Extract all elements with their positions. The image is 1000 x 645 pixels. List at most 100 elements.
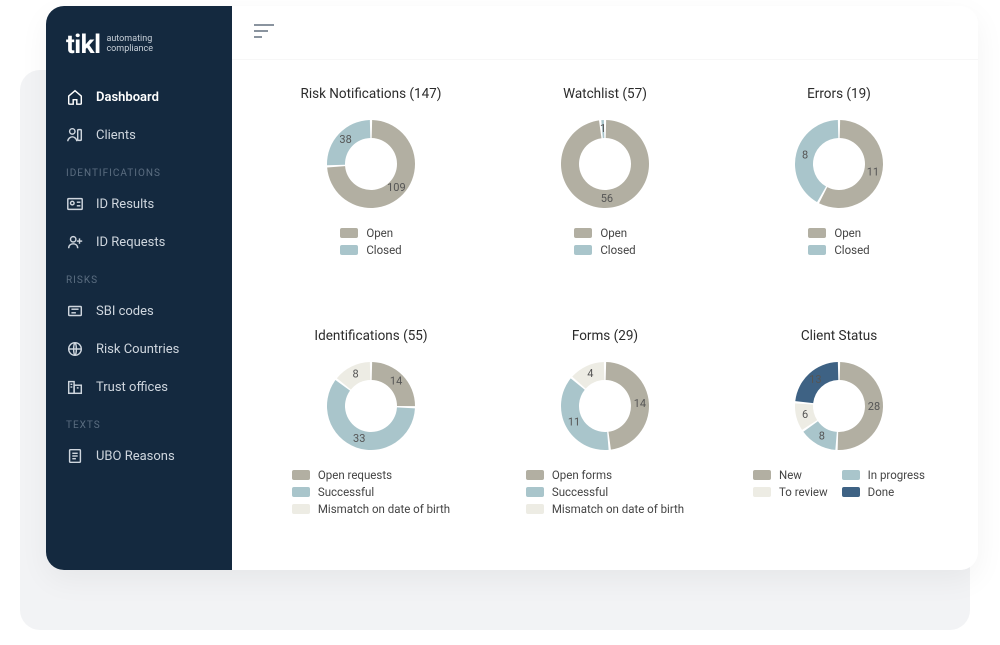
legend-label: Open forms bbox=[552, 468, 612, 482]
legend-swatch bbox=[526, 487, 544, 497]
menu-toggle-icon[interactable] bbox=[254, 23, 276, 43]
legend-label: Done bbox=[868, 485, 895, 499]
legend-label: Closed bbox=[600, 243, 635, 257]
logo: tikl automating compliance bbox=[46, 30, 232, 78]
legend-label: Mismatch on date of birth bbox=[552, 502, 684, 516]
legend-label: Closed bbox=[366, 243, 401, 257]
donut-value-label: 14 bbox=[390, 375, 402, 388]
nav: Dashboard Clients IDENTIFICATIONS ID Result… bbox=[46, 78, 232, 475]
dashboard-content: Risk Notifications (147)10938OpenClosedW… bbox=[232, 60, 978, 570]
legend-item: Closed bbox=[340, 243, 401, 257]
donut-chart: 11 8 bbox=[783, 108, 895, 220]
sidebar-item-id-requests[interactable]: ID Requests bbox=[46, 223, 232, 261]
sidebar-item-label: Risk Countries bbox=[96, 342, 179, 357]
sidebar-item-label: Clients bbox=[96, 128, 136, 143]
donut-value-label: 33 bbox=[353, 432, 365, 445]
legend-label: Open bbox=[366, 226, 393, 240]
legend-item: Open requests bbox=[292, 468, 392, 482]
sidebar-item-label: Dashboard bbox=[96, 90, 159, 105]
tag-icon bbox=[66, 302, 84, 320]
building-icon bbox=[66, 378, 84, 396]
chart-card: Errors (19) 11 8 Open Closed bbox=[722, 86, 956, 318]
legend-item: Mismatch on date of birth bbox=[526, 502, 684, 516]
sidebar-item-sbi-codes[interactable]: SBI codes bbox=[46, 292, 232, 330]
nav-group-label: TEXTS bbox=[46, 406, 232, 437]
legend-label: To review bbox=[779, 485, 828, 499]
chart-title: Client Status bbox=[801, 328, 877, 344]
legend-item: Closed bbox=[808, 243, 869, 257]
globe-icon bbox=[66, 340, 84, 358]
donut-chart: 561 bbox=[549, 108, 661, 220]
home-icon bbox=[66, 88, 84, 106]
chart-card: Client Status288613NewIn progressTo revi… bbox=[722, 328, 956, 560]
sidebar-item-trust-offices[interactable]: Trust offices bbox=[46, 368, 232, 406]
user-plus-icon bbox=[66, 233, 84, 251]
donut-value-label: 4 bbox=[587, 367, 593, 380]
chart-legend: Open Closed bbox=[574, 226, 635, 257]
donut-value-label: 28 bbox=[868, 400, 880, 413]
donut-chart: 10938 bbox=[315, 108, 427, 220]
topbar bbox=[232, 6, 978, 60]
chart-legend: Open Closed bbox=[808, 226, 869, 257]
legend-swatch bbox=[292, 487, 310, 497]
legend-swatch bbox=[753, 487, 771, 497]
donut-value-label: 13 bbox=[809, 373, 821, 386]
donut-value-label: 8 bbox=[802, 148, 808, 161]
chart-card: Watchlist (57)561OpenClosed bbox=[488, 86, 722, 318]
legend-swatch bbox=[340, 245, 358, 255]
chart-title: Errors (19) bbox=[807, 86, 871, 102]
sidebar-item-ubo-reasons[interactable]: UBO Reasons bbox=[46, 437, 232, 475]
chart-legend: Open forms Successful Mismatch on date of … bbox=[526, 468, 684, 516]
chart-legend: New In progress To review Done bbox=[753, 468, 925, 499]
donut-chart: 14114 bbox=[549, 350, 661, 462]
donut-segment[interactable] bbox=[561, 378, 609, 450]
donut-value-label: 11 bbox=[867, 165, 879, 178]
legend-item: Successful bbox=[526, 485, 608, 499]
user-icon bbox=[66, 126, 84, 144]
sidebar-item-clients[interactable]: Clients bbox=[46, 116, 232, 154]
legend-label: Successful bbox=[552, 485, 608, 499]
legend-swatch bbox=[753, 470, 771, 480]
logo-text: tikl bbox=[66, 30, 100, 60]
legend-swatch bbox=[808, 228, 826, 238]
nav-group-label: IDENTIFICATIONS bbox=[46, 154, 232, 185]
legend-swatch bbox=[340, 228, 358, 238]
legend-label: Open requests bbox=[318, 468, 392, 482]
donut-chart: 14338 bbox=[315, 350, 427, 462]
main: Risk Notifications (147)10938OpenClosedW… bbox=[232, 6, 978, 570]
legend-label: New bbox=[779, 468, 802, 482]
legend-label: Successful bbox=[318, 485, 374, 499]
legend-swatch bbox=[292, 470, 310, 480]
donut-value-label: 6 bbox=[802, 408, 808, 421]
sidebar-item-label: ID Requests bbox=[96, 235, 165, 250]
chart-title: Risk Notifications (147) bbox=[301, 86, 442, 102]
sidebar-item-id-results[interactable]: ID Results bbox=[46, 185, 232, 223]
chart-card: Identifications (55)14338Open requestsSu… bbox=[254, 328, 488, 560]
sidebar-item-label: UBO Reasons bbox=[96, 449, 175, 464]
chart-title: Identifications (55) bbox=[314, 328, 427, 344]
sidebar-item-label: ID Results bbox=[96, 197, 154, 212]
sidebar-item-dashboard[interactable]: Dashboard bbox=[46, 78, 232, 116]
legend-label: Open bbox=[600, 226, 627, 240]
chart-title: Forms (29) bbox=[572, 328, 638, 344]
legend-swatch bbox=[574, 228, 592, 238]
chart-legend: Open requestsSuccessfulMismatch on date … bbox=[292, 468, 450, 516]
logo-tagline: automating compliance bbox=[106, 35, 153, 55]
legend-swatch bbox=[526, 470, 544, 480]
sidebar-item-risk-countries[interactable]: Risk Countries bbox=[46, 330, 232, 368]
legend-item: New bbox=[753, 468, 828, 482]
donut-value-label: 11 bbox=[568, 415, 580, 428]
legend-swatch bbox=[842, 487, 860, 497]
app-window: tikl automating compliance Dashboard Clie… bbox=[46, 6, 978, 570]
sidebar: tikl automating compliance Dashboard Clie… bbox=[46, 6, 232, 570]
legend-label: In progress bbox=[868, 468, 925, 482]
document-icon bbox=[66, 447, 84, 465]
legend-item: Closed bbox=[574, 243, 635, 257]
donut-value-label: 56 bbox=[601, 192, 613, 205]
legend-swatch bbox=[574, 245, 592, 255]
legend-swatch bbox=[526, 504, 544, 514]
chart-legend: Open Closed bbox=[340, 226, 401, 257]
donut-value-label: 38 bbox=[339, 133, 351, 146]
legend-item: Open bbox=[574, 226, 627, 240]
legend-item: Open bbox=[808, 226, 861, 240]
